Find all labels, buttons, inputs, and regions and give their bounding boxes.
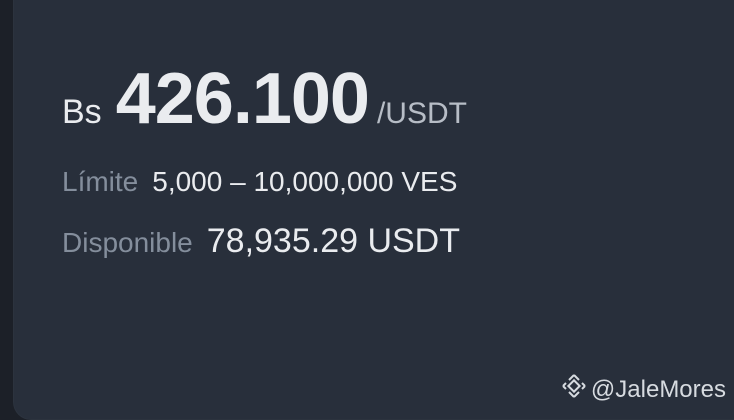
watermark-text: @JaleMores: [590, 375, 726, 403]
price-unit: /USDT: [376, 97, 467, 130]
limit-row: Límite 5,000 – 10,000,000 VES: [62, 166, 457, 198]
currency-prefix: Bs: [62, 93, 102, 131]
available-row: Disponible 78,935.29 USDT: [62, 222, 460, 261]
binance-logo-icon: [561, 373, 591, 406]
watermark: @JaleMores: [561, 373, 726, 406]
limit-label: Límite: [62, 166, 139, 197]
available-label: Disponible: [62, 227, 193, 258]
price-value: 426.100: [115, 59, 370, 139]
price-row: Bs 426.100 /USDT: [62, 58, 467, 140]
available-value: 78,935.29 USDT: [206, 222, 461, 260]
limit-value: 5,000 – 10,000,000 VES: [152, 166, 458, 197]
